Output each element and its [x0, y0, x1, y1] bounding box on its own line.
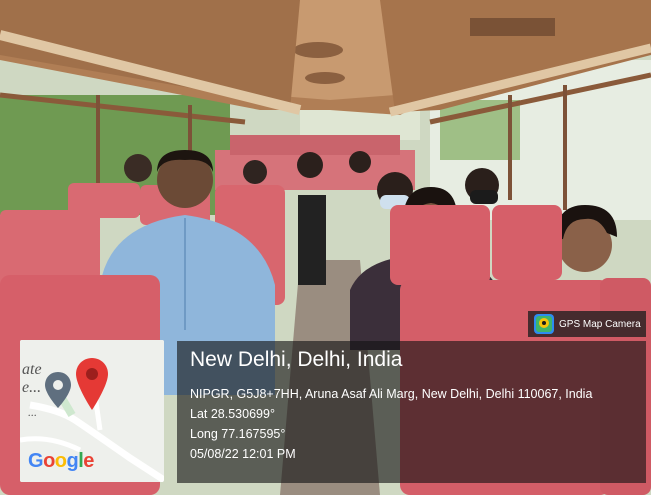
location-pin-icon — [76, 358, 108, 410]
location-address: NIPGR, G5J8+7HH, Aruna Asaf Ali Marg, Ne… — [190, 387, 593, 401]
gps-map-camera-label: GPS Map Camera — [559, 318, 641, 330]
map-label-fragment-top: ate — [22, 361, 42, 378]
google-logo-o1: o — [43, 450, 55, 472]
location-info-panel: New Delhi, Delhi, India NIPGR, G5J8+7HH,… — [177, 341, 646, 483]
map-label-fragment-low: ... — [28, 405, 37, 419]
location-latitude: Lat 28.530699° — [190, 407, 275, 421]
location-longitude: Long 77.167595° — [190, 427, 286, 441]
google-logo-o2: o — [54, 450, 67, 472]
google-logo-g: G — [28, 450, 44, 472]
map-pin-camera-icon — [534, 314, 554, 334]
map-label-fragment-mid: e... — [22, 379, 42, 396]
secondary-pin-icon — [45, 372, 71, 408]
google-logo: Google — [28, 450, 94, 473]
location-title: New Delhi, Delhi, India — [190, 348, 403, 371]
google-logo-g2: g — [66, 450, 79, 472]
map-thumbnail: ate e... ... Google — [20, 340, 164, 482]
location-datetime: 05/08/22 12:01 PM — [190, 447, 296, 461]
google-logo-e: e — [83, 450, 94, 472]
gps-map-camera-badge: GPS Map Camera — [528, 311, 646, 337]
